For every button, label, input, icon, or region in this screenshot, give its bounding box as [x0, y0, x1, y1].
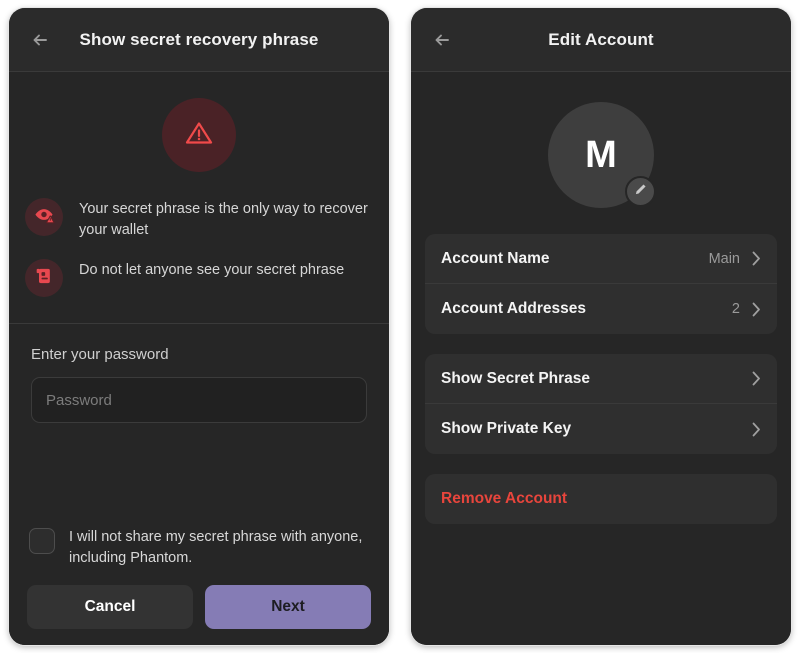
cancel-button[interactable]: Cancel: [27, 585, 193, 629]
warning-item-icon-wrap: [25, 198, 63, 236]
row-label: Show Secret Phrase: [441, 369, 591, 387]
scroll-document-icon: [34, 266, 54, 291]
pencil-icon: [633, 182, 648, 202]
arrow-left-icon: [30, 30, 50, 50]
left-body: Your secret phrase is the only way to re…: [9, 72, 389, 645]
row-value: Main: [708, 250, 740, 267]
back-button-left[interactable]: [25, 25, 55, 55]
row-account-name[interactable]: Account Name Main: [425, 234, 777, 284]
account-info-card: Account Name Main Account Addresses 2: [425, 234, 777, 334]
left-header: Show secret recovery phrase: [9, 8, 389, 72]
left-page-title: Show secret recovery phrase: [79, 29, 319, 49]
row-label: Show Private Key: [441, 420, 572, 437]
password-input[interactable]: [31, 377, 367, 423]
warning-item: Do not let anyone see your secret phrase: [25, 259, 373, 297]
warning-item-text: Your secret phrase is the only way to re…: [79, 201, 368, 238]
panel-edit-account: Edit Account M Account Name Main Account…: [411, 8, 791, 645]
avatar-wrapper: M: [548, 102, 656, 208]
row-remove-account[interactable]: Remove Account: [425, 474, 777, 524]
row-label: Account Name: [441, 249, 550, 267]
left-spacer: [9, 423, 389, 515]
warning-section: Your secret phrase is the only way to re…: [9, 72, 389, 324]
chevron-right-icon: [752, 251, 761, 266]
left-footer: I will not share my secret phrase with a…: [9, 515, 389, 645]
next-button[interactable]: Next: [205, 585, 371, 629]
remove-account-card: Remove Account: [425, 474, 777, 524]
warning-triangle-icon: [182, 116, 216, 155]
right-body: M Account Name Main Account Addresses 2 …: [411, 72, 791, 645]
warning-badge: [162, 98, 236, 172]
row-show-private-key[interactable]: Show Private Key: [425, 404, 777, 454]
password-label: Enter your password: [31, 346, 169, 363]
row-account-addresses[interactable]: Account Addresses 2: [425, 284, 777, 334]
avatar-edit-button[interactable]: [625, 176, 656, 207]
row-label: Remove Account: [441, 490, 568, 507]
chevron-right-icon: [752, 371, 761, 386]
chevron-right-icon: [752, 422, 761, 437]
arrow-left-icon: [432, 30, 452, 50]
warning-item-icon-wrap: [25, 259, 63, 297]
warning-item: Your secret phrase is the only way to re…: [25, 198, 373, 241]
security-card: Show Secret Phrase Show Private Key: [425, 354, 777, 454]
eye-warning-icon: [34, 204, 55, 230]
warning-item-text: Do not let anyone see your secret phrase: [79, 262, 345, 278]
action-buttons: Cancel Next: [27, 585, 371, 629]
agreement-checkbox[interactable]: [29, 528, 55, 554]
agreement-row[interactable]: I will not share my secret phrase with a…: [27, 515, 371, 585]
agreement-label: I will not share my secret phrase with a…: [69, 529, 363, 566]
row-show-secret-phrase[interactable]: Show Secret Phrase: [425, 354, 777, 404]
row-label: Account Addresses: [441, 300, 586, 317]
screenshot-root: Show secret recovery phrase Your secret …: [0, 0, 800, 653]
chevron-right-icon: [752, 302, 761, 317]
row-value: 2: [731, 301, 740, 317]
right-header: Edit Account: [411, 8, 791, 72]
right-page-title: Edit Account: [548, 29, 654, 49]
warning-list: Your secret phrase is the only way to re…: [9, 198, 389, 307]
password-section: Enter your password: [9, 324, 389, 423]
panel-show-secret-recovery-phrase: Show secret recovery phrase Your secret …: [9, 8, 389, 645]
back-button-right[interactable]: [427, 25, 457, 55]
